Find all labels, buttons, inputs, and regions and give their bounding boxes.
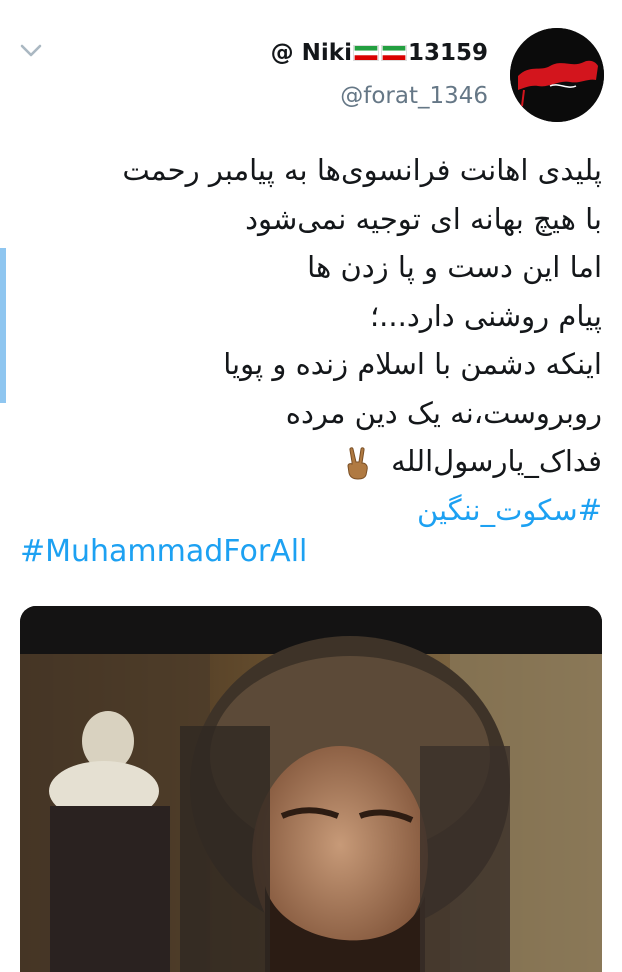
tweet-line-text: فداک_یارسول‌الله xyxy=(391,444,602,478)
tweet-line: با هیچ بهانه ای توجیه نمی‌شود xyxy=(245,201,602,236)
display-name-part: 13159 xyxy=(407,40,488,66)
tweet-line: روبروست،نه یک دین مرده xyxy=(285,395,602,430)
iran-flag-icon xyxy=(352,45,379,61)
iran-flag-icon xyxy=(380,45,407,61)
tweet-line: پیام روشنی دارد...؛ xyxy=(369,298,602,333)
display-name[interactable]: @ Niki 13159 xyxy=(271,38,488,68)
author-names[interactable]: @ Niki 13159 @forat_1346 xyxy=(271,38,488,110)
tweet-line: اما این دست و پا زدن ها xyxy=(307,250,602,284)
tweet-line: فداک_یارسول‌الله xyxy=(22,437,602,486)
scroll-accent-bar xyxy=(0,248,6,403)
victory-hand-icon xyxy=(347,447,368,480)
tweet-line: اینکه دشمن با اسلام زنده و پویا xyxy=(223,347,602,381)
tweet-text: پلیدی اهانت فرانسوی‌ها به پیامبر رحمت با… xyxy=(22,146,602,534)
hashtag-link[interactable]: #سکوت_ننگین xyxy=(22,486,602,535)
media-video-thumbnail[interactable] xyxy=(20,606,602,972)
video-frame-image xyxy=(20,606,602,972)
user-handle[interactable]: @forat_1346 xyxy=(271,82,488,110)
chevron-down-icon[interactable] xyxy=(18,38,44,64)
display-name-part: @ Niki xyxy=(270,40,352,66)
hashtag-link[interactable]: #MuhammadForAll xyxy=(20,530,307,574)
avatar[interactable] xyxy=(510,28,604,122)
tweet-line: پلیدی اهانت فرانسوی‌ها به پیامبر رحمت xyxy=(122,153,602,187)
avatar-flag-graphic xyxy=(510,28,604,122)
